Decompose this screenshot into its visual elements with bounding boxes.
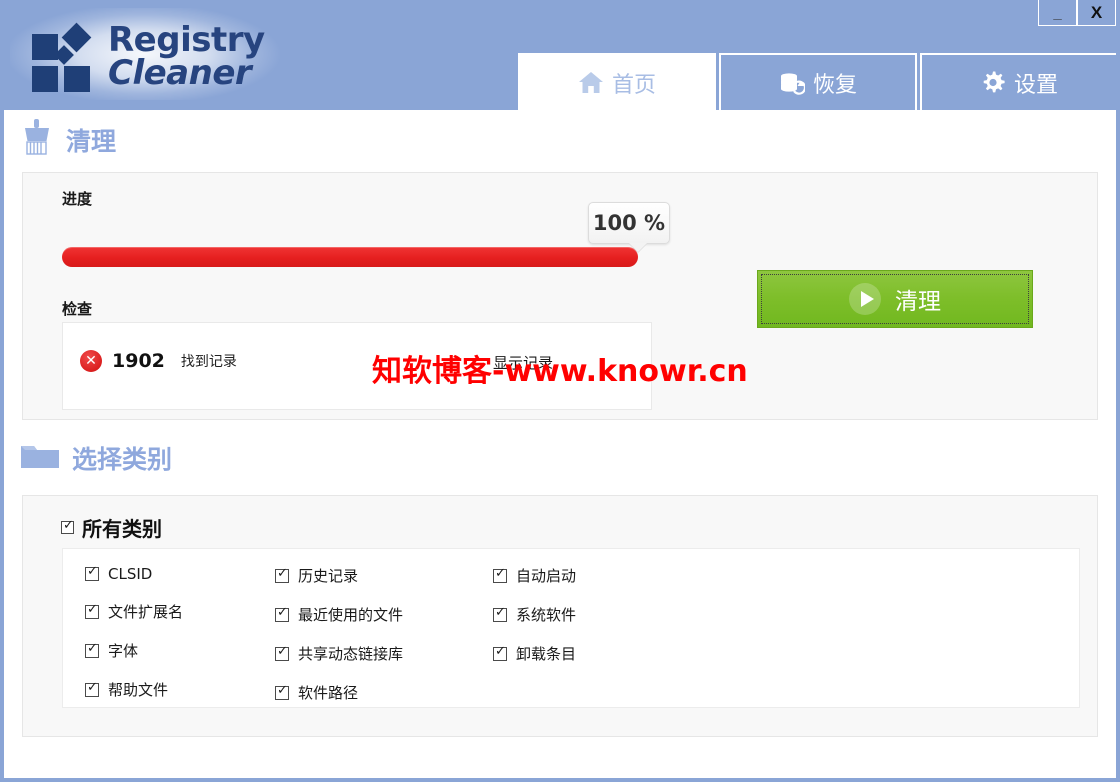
checkbox-icon	[275, 684, 289, 700]
close-button[interactable]: X	[1077, 0, 1116, 26]
category-section-title: 选择类别	[72, 445, 173, 474]
window-controls: _ X	[1038, 0, 1116, 26]
category-item-label: 文件扩展名	[108, 603, 184, 621]
tab-home[interactable]: 首页	[518, 53, 716, 110]
checkbox-icon	[275, 645, 289, 661]
category-item-uninstall-entries[interactable]: 卸载条目	[493, 643, 683, 664]
checkbox-icon	[493, 567, 507, 583]
progress-bar	[62, 247, 638, 267]
category-item-label: 帮助文件	[108, 681, 169, 699]
clean-button-label: 清理	[895, 289, 941, 315]
progress-label: 进度	[62, 190, 93, 208]
app-logo: Registry Cleaner	[10, 8, 300, 100]
all-categories-label: 所有类别	[82, 517, 162, 541]
category-item-label: 系统软件	[516, 606, 577, 624]
result-text: 找到记录	[180, 354, 237, 370]
category-item-file-extensions[interactable]: 文件扩展名	[85, 601, 275, 622]
checkbox-icon	[275, 606, 289, 622]
category-item-startup[interactable]: 自动启动	[493, 565, 683, 586]
category-item-label: 共享动态链接库	[298, 645, 404, 663]
tab-settings[interactable]: 设置	[920, 53, 1116, 110]
restore-database-icon	[779, 71, 805, 95]
category-item-shared-dll[interactable]: 共享动态链接库	[275, 643, 493, 664]
all-categories-checkbox[interactable]: 所有类别	[61, 513, 162, 542]
logo-line-2: Cleaner	[108, 53, 252, 94]
category-column-3: 自动启动 系统软件 卸载条目	[493, 565, 683, 707]
checkbox-icon	[61, 519, 74, 534]
checkbox-icon	[493, 645, 507, 661]
check-label: 检查	[62, 300, 93, 318]
app-header: Registry Cleaner 首页 恢复 设置	[4, 0, 1116, 110]
tab-settings-label: 设置	[1013, 72, 1058, 98]
category-item-label: 自动启动	[516, 567, 577, 585]
category-item-history[interactable]: 历史记录	[275, 565, 493, 586]
application-window: Registry Cleaner 首页 恢复 设置 _ X 清理 进度 100 …	[0, 0, 1120, 782]
tab-restore-label: 恢复	[812, 72, 857, 98]
brush-icon	[20, 118, 54, 161]
progress-bar-fill	[62, 247, 638, 267]
result-row: ✕ 1902 找到记录	[80, 350, 237, 372]
checkbox-icon	[275, 567, 289, 583]
category-item-clsid[interactable]: CLSID	[85, 565, 275, 583]
category-column-1: CLSID 文件扩展名 字体 帮助文件	[85, 565, 275, 707]
show-records-link[interactable]: 显示记录	[493, 352, 553, 373]
clean-button[interactable]: 清理	[757, 270, 1033, 328]
category-item-label: CLSID	[108, 565, 153, 583]
category-section-heading: 选择类别	[20, 440, 172, 476]
logo-squares-icon	[32, 22, 100, 92]
checkbox-icon	[85, 603, 99, 619]
checkbox-icon	[493, 606, 507, 622]
checkbox-icon	[85, 681, 99, 697]
play-icon	[849, 283, 881, 315]
category-item-help-files[interactable]: 帮助文件	[85, 679, 275, 700]
minimize-button[interactable]: _	[1038, 0, 1077, 26]
category-item-label: 字体	[108, 642, 139, 660]
home-icon	[578, 71, 604, 95]
category-item-label: 卸载条目	[516, 645, 577, 663]
gear-icon	[980, 70, 1006, 95]
folder-icon	[20, 441, 60, 476]
category-item-software-paths[interactable]: 软件路径	[275, 682, 493, 703]
category-grid: CLSID 文件扩展名 字体 帮助文件 历史记录 最近使用的文件	[62, 548, 1080, 708]
category-item-fonts[interactable]: 字体	[85, 640, 275, 661]
clean-section-title: 清理	[66, 126, 117, 156]
category-item-recent-files[interactable]: 最近使用的文件	[275, 604, 493, 625]
clean-section-heading: 清理	[20, 118, 116, 161]
category-item-label: 历史记录	[298, 567, 359, 585]
main-tabs: 首页 恢复 设置	[518, 53, 1116, 110]
category-column-2: 历史记录 最近使用的文件 共享动态链接库 软件路径	[275, 565, 493, 707]
checkbox-icon	[85, 642, 99, 658]
checkbox-icon	[85, 565, 99, 581]
tab-home-label: 首页	[611, 72, 656, 98]
error-circle-icon: ✕	[80, 350, 102, 372]
logo-text: Registry Cleaner	[108, 20, 265, 94]
category-item-label: 软件路径	[298, 684, 359, 702]
result-count: 1902	[112, 350, 165, 372]
progress-tooltip: 100 %	[588, 202, 670, 244]
category-item-label: 最近使用的文件	[298, 606, 404, 624]
tab-restore[interactable]: 恢复	[719, 53, 917, 110]
category-item-system-software[interactable]: 系统软件	[493, 604, 683, 625]
logo-line-1: Registry	[108, 20, 265, 60]
